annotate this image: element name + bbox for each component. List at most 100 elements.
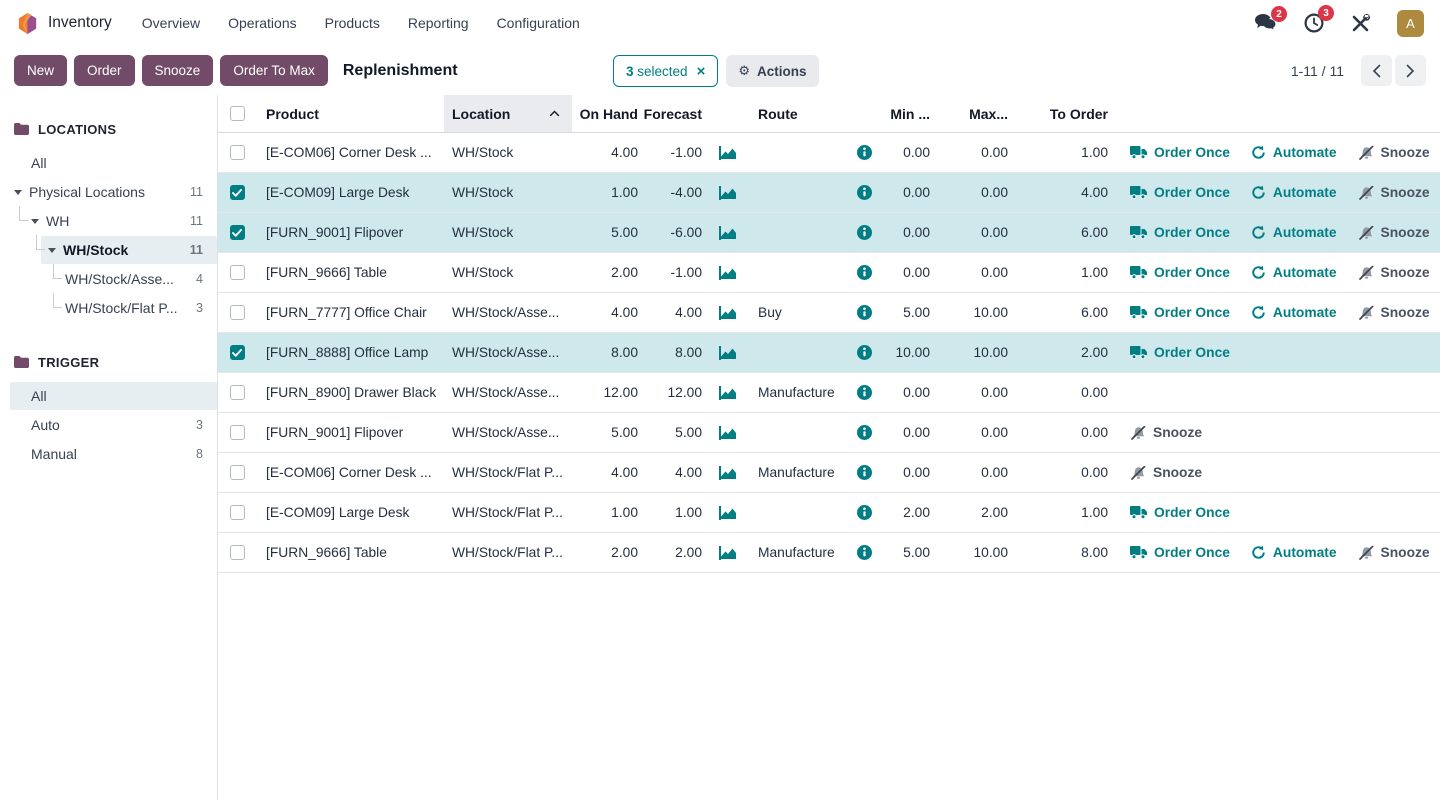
area-chart-icon[interactable] — [719, 386, 736, 400]
forecast-chart-cell[interactable] — [708, 146, 746, 160]
info-icon[interactable] — [857, 465, 872, 480]
info-cell[interactable] — [846, 225, 882, 240]
area-chart-icon[interactable] — [719, 466, 736, 480]
info-cell[interactable] — [846, 425, 882, 440]
column-header-on-hand[interactable]: On Hand — [572, 95, 644, 132]
location-filter-wh-stock[interactable]: WH/Stock11 — [41, 236, 217, 264]
messages-icon[interactable]: 2 — [1255, 14, 1277, 32]
order-once-button[interactable]: Order Once — [1130, 185, 1230, 200]
forecast-chart-cell[interactable] — [708, 266, 746, 280]
automate-button[interactable]: Automate — [1251, 225, 1337, 240]
product-cell[interactable]: [E-COM09] Large Desk — [256, 505, 444, 520]
forecast-chart-cell[interactable] — [708, 466, 746, 480]
row-checkbox[interactable] — [230, 385, 245, 400]
column-header-forecast[interactable]: Forecast — [644, 95, 708, 132]
location-filter-wh-stock-flat-p-[interactable]: WH/Stock/Flat P...3 — [0, 294, 217, 322]
row-checkbox[interactable] — [230, 305, 245, 320]
info-icon[interactable] — [857, 145, 872, 160]
automate-button[interactable]: Automate — [1251, 265, 1337, 280]
forecast-chart-cell[interactable] — [708, 506, 746, 520]
forecast-chart-cell[interactable] — [708, 306, 746, 320]
row-checkbox[interactable] — [230, 185, 245, 200]
info-cell[interactable] — [846, 265, 882, 280]
product-cell[interactable]: [FURN_9001] Flipover — [256, 425, 444, 440]
forecast-chart-cell[interactable] — [708, 426, 746, 440]
table-row[interactable]: [E-COM09] Large DeskWH/Stock/Flat P...1.… — [218, 493, 1440, 533]
info-icon[interactable] — [857, 305, 872, 320]
product-cell[interactable]: [FURN_8900] Drawer Black — [256, 385, 444, 400]
table-row[interactable]: [E-COM06] Corner Desk ...WH/Stock4.00-1.… — [218, 133, 1440, 173]
actions-button[interactable]: ⚙ Actions — [726, 55, 818, 87]
caret-down-icon[interactable] — [14, 190, 22, 195]
caret-down-icon[interactable] — [31, 219, 39, 224]
snooze-button[interactable]: Snooze — [1358, 145, 1430, 160]
nav-item-overview[interactable]: Overview — [130, 8, 212, 38]
info-cell[interactable] — [846, 145, 882, 160]
product-cell[interactable]: [E-COM09] Large Desk — [256, 185, 444, 200]
nav-item-products[interactable]: Products — [313, 8, 392, 38]
info-icon[interactable] — [857, 185, 872, 200]
area-chart-icon[interactable] — [719, 426, 736, 440]
column-header-product[interactable]: Product — [256, 95, 444, 132]
order-once-button[interactable]: Order Once — [1130, 145, 1230, 160]
column-header-route[interactable]: Route — [746, 95, 846, 132]
product-cell[interactable]: [FURN_8888] Office Lamp — [256, 345, 444, 360]
info-icon[interactable] — [857, 225, 872, 240]
area-chart-icon[interactable] — [719, 266, 736, 280]
automate-button[interactable]: Automate — [1251, 185, 1337, 200]
column-header-location[interactable]: Location — [444, 95, 572, 132]
location-filter-wh-stock-asse-[interactable]: WH/Stock/Asse...4 — [0, 265, 217, 293]
table-row[interactable]: [FURN_8888] Office LampWH/Stock/Asse...8… — [218, 333, 1440, 373]
pager-previous-button[interactable] — [1361, 55, 1392, 86]
forecast-chart-cell[interactable] — [708, 546, 746, 560]
product-cell[interactable]: [FURN_9001] Flipover — [256, 225, 444, 240]
area-chart-icon[interactable] — [719, 306, 736, 320]
row-checkbox[interactable] — [230, 225, 245, 240]
automate-button[interactable]: Automate — [1251, 305, 1337, 320]
forecast-chart-cell[interactable] — [708, 226, 746, 240]
row-checkbox[interactable] — [230, 465, 245, 480]
location-filter-wh[interactable]: WH11 — [0, 207, 217, 235]
trigger-filter-all[interactable]: All — [10, 382, 217, 410]
caret-down-icon[interactable] — [48, 248, 56, 253]
automate-button[interactable]: Automate — [1251, 545, 1337, 560]
area-chart-icon[interactable] — [719, 546, 736, 560]
area-chart-icon[interactable] — [719, 346, 736, 360]
nav-item-operations[interactable]: Operations — [216, 8, 308, 38]
order-once-button[interactable]: Order Once — [1130, 305, 1230, 320]
new-button[interactable]: New — [14, 55, 67, 86]
table-row[interactable]: [FURN_9666] TableWH/Stock/Flat P...2.002… — [218, 533, 1440, 573]
order-button[interactable]: Order — [74, 55, 135, 86]
product-cell[interactable]: [E-COM06] Corner Desk ... — [256, 145, 444, 160]
area-chart-icon[interactable] — [719, 506, 736, 520]
order-to-max-button[interactable]: Order To Max — [220, 55, 328, 86]
column-header-max[interactable]: Max... — [936, 95, 1014, 132]
info-cell[interactable] — [846, 505, 882, 520]
avatar[interactable]: A — [1397, 10, 1424, 37]
area-chart-icon[interactable] — [719, 186, 736, 200]
table-row[interactable]: [E-COM09] Large DeskWH/Stock1.00-4.000.0… — [218, 173, 1440, 213]
product-cell[interactable]: [E-COM06] Corner Desk ... — [256, 465, 444, 480]
location-filter-all[interactable]: All — [0, 149, 217, 177]
app-switcher[interactable]: Inventory — [16, 12, 112, 35]
snooze-button[interactable]: Snooze — [1358, 545, 1430, 560]
row-checkbox[interactable] — [230, 505, 245, 520]
table-row[interactable]: [FURN_9001] FlipoverWH/Stock/Asse...5.00… — [218, 413, 1440, 453]
order-once-button[interactable]: Order Once — [1130, 545, 1230, 560]
row-checkbox[interactable] — [230, 545, 245, 560]
info-icon[interactable] — [857, 505, 872, 520]
row-checkbox[interactable] — [230, 145, 245, 160]
forecast-chart-cell[interactable] — [708, 386, 746, 400]
snooze-button[interactable]: Snooze — [1358, 225, 1430, 240]
area-chart-icon[interactable] — [719, 146, 736, 160]
product-cell[interactable]: [FURN_7777] Office Chair — [256, 305, 444, 320]
snooze-button[interactable]: Snooze — [1130, 425, 1202, 440]
automate-button[interactable]: Automate — [1251, 145, 1337, 160]
order-once-button[interactable]: Order Once — [1130, 345, 1230, 360]
info-icon[interactable] — [857, 425, 872, 440]
info-cell[interactable] — [846, 305, 882, 320]
order-once-button[interactable]: Order Once — [1130, 225, 1230, 240]
clear-selection-icon[interactable]: × — [697, 64, 706, 79]
forecast-chart-cell[interactable] — [708, 186, 746, 200]
activities-icon[interactable]: 3 — [1304, 13, 1324, 33]
